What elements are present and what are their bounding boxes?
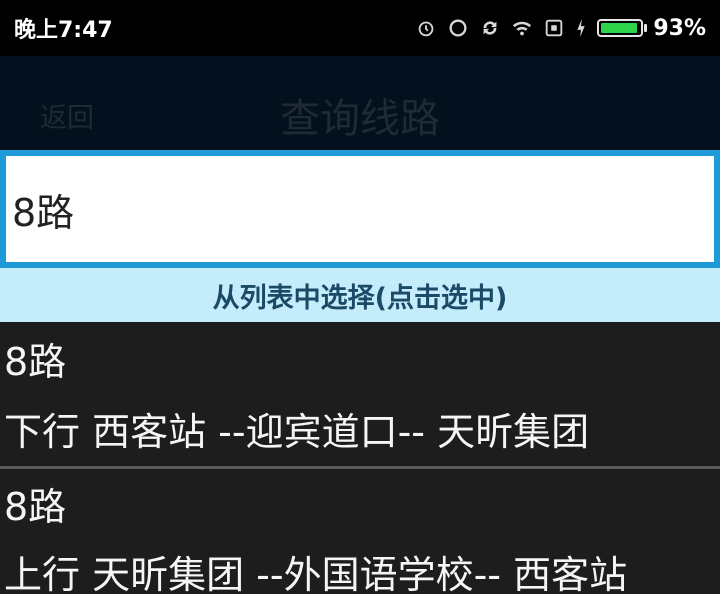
route-name: 8路 (4, 340, 67, 384)
hint-text: 从列表中选择(点击选中) (212, 282, 508, 314)
sim-icon (543, 17, 565, 39)
battery-icon: 93% (597, 16, 706, 41)
battery-level-fill (601, 23, 637, 33)
charging-icon (575, 17, 587, 39)
route-name: 8路 (4, 485, 67, 529)
app-screen: 晚上7:47 93% 返回 查询线路 8路 从列表中选择(点击选中) 8路 下行… (0, 0, 720, 594)
hint-bar: 从列表中选择(点击选中) (0, 268, 720, 322)
status-time: 晚上7:47 (14, 18, 113, 43)
circle-icon (447, 17, 469, 39)
page-title: 查询线路 (280, 96, 440, 142)
battery-body (597, 19, 644, 37)
result-list: 8路 下行 西客站 --迎宾道口-- 天昕集团 8路 上行 天昕集团 --外国语… (0, 322, 720, 594)
title-bar: 返回 查询线路 (0, 56, 720, 150)
status-icons: 93% (415, 16, 706, 41)
battery-tip (644, 24, 648, 32)
battery-percent: 93% (653, 15, 706, 41)
alarm-icon (415, 17, 437, 39)
wifi-icon (511, 17, 533, 39)
route-description: 下行 西客站 --迎宾道口-- 天昕集团 (4, 410, 590, 454)
search-box (0, 150, 720, 268)
list-item[interactable]: 8路 下行 西客站 --迎宾道口-- 天昕集团 (0, 322, 720, 466)
route-search-input[interactable] (6, 156, 714, 262)
sync-icon (479, 17, 501, 39)
route-description: 上行 天昕集团 --外国语学校-- 西客站 (4, 553, 628, 594)
back-button[interactable]: 返回 (40, 96, 94, 135)
status-bar: 晚上7:47 93% (0, 0, 720, 56)
list-item[interactable]: 8路 上行 天昕集团 --外国语学校-- 西客站 (0, 466, 720, 594)
